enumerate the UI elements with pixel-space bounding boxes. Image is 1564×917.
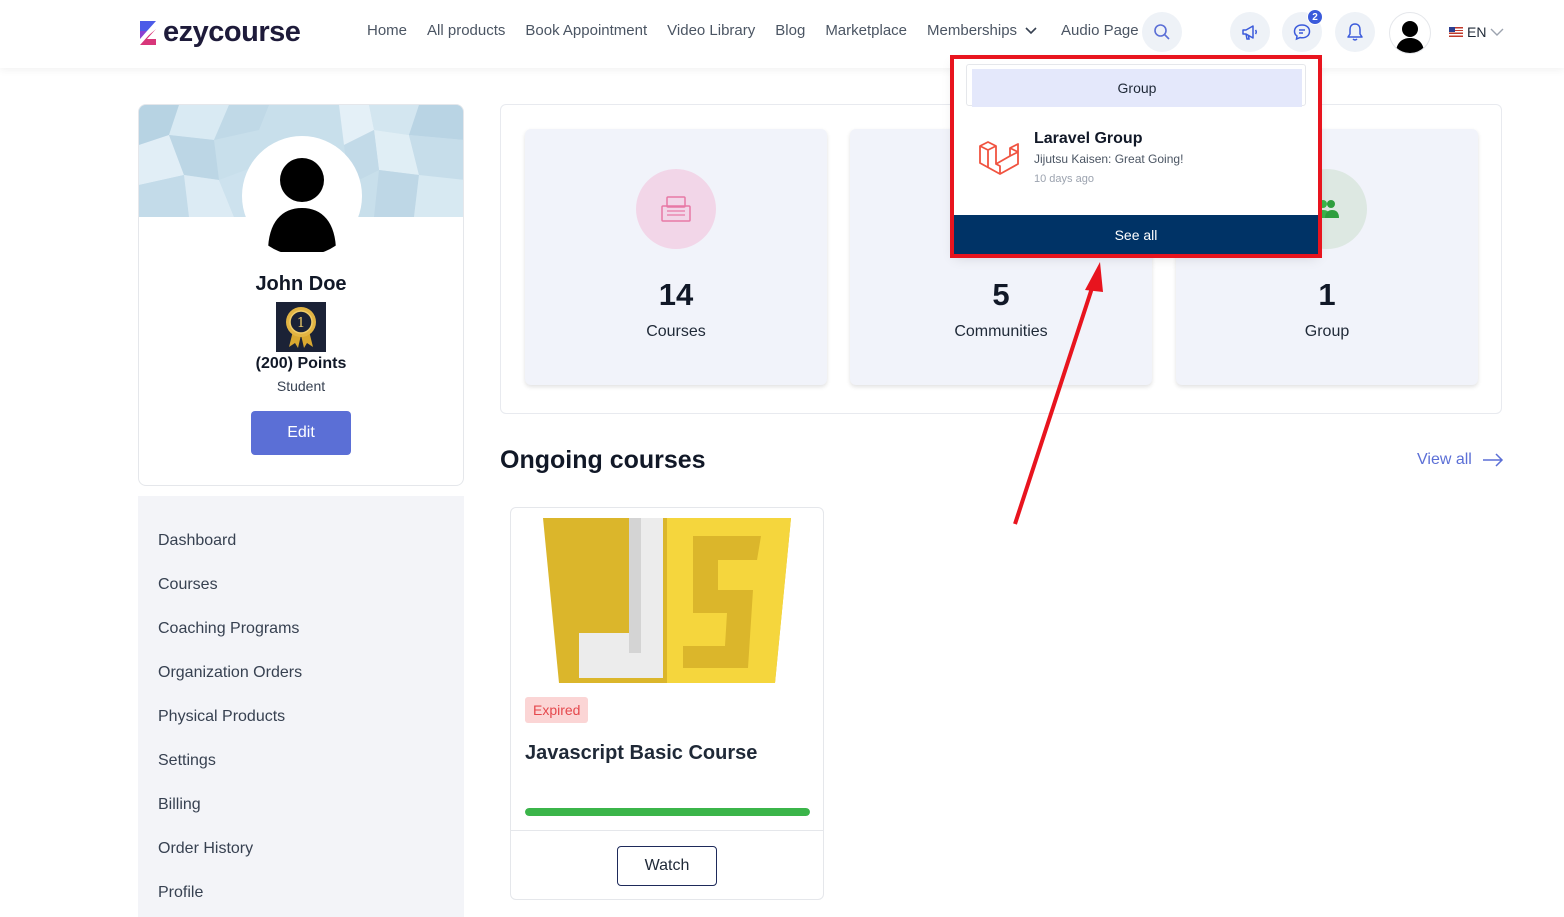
rank-medal: 1 <box>276 302 326 352</box>
laravel-logo-icon <box>979 141 1019 175</box>
sidebar-item-billing[interactable]: Billing <box>158 796 201 814</box>
top-header: ezycourse Home All products Book Appoint… <box>0 0 1564 68</box>
logo-text: ezycourse <box>163 16 301 48</box>
nav-all-products[interactable]: All products <box>427 22 505 39</box>
sidebar-item-physical-products[interactable]: Physical Products <box>158 708 285 726</box>
nav-book-appointment[interactable]: Book Appointment <box>525 22 647 39</box>
javascript-logo-icon <box>543 518 791 683</box>
medal-rank: 1 <box>297 316 305 331</box>
search-icon <box>1154 24 1170 40</box>
announcements-button[interactable] <box>1230 12 1270 52</box>
messages-dropdown: Group Laravel Group Jijutsu Kaisen: Grea… <box>954 58 1318 254</box>
nav-video-library[interactable]: Video Library <box>667 22 755 39</box>
user-avatar-button[interactable] <box>1389 12 1431 54</box>
dropdown-tabs: Group <box>966 64 1306 107</box>
bell-icon <box>1347 23 1363 41</box>
chevron-down-icon <box>1025 27 1037 35</box>
see-all-button[interactable]: See all <box>954 215 1318 254</box>
dropdown-item-title: Laravel Group <box>1034 130 1143 147</box>
stat-icon-circle <box>636 169 716 249</box>
dropdown-item-time: 10 days ago <box>1034 173 1094 185</box>
profile-avatar <box>242 136 362 256</box>
notifications-button[interactable] <box>1335 12 1375 52</box>
stat-label: Courses <box>646 323 706 340</box>
course-thumbnail <box>543 518 791 683</box>
search-button[interactable] <box>1142 12 1182 52</box>
logo-mark-icon <box>140 20 156 45</box>
edit-profile-button[interactable]: Edit <box>251 411 351 455</box>
course-progress-bar <box>525 808 810 816</box>
divider <box>511 830 823 831</box>
megaphone-icon <box>1242 25 1257 40</box>
course-card[interactable]: Expired Javascript Basic Course Watch <box>510 507 824 900</box>
stat-label: Group <box>1304 323 1350 340</box>
sidebar-item-settings[interactable]: Settings <box>158 752 216 770</box>
stat-value: 5 <box>992 277 1010 312</box>
watch-button[interactable]: Watch <box>617 846 717 886</box>
status-badge: Expired <box>525 697 589 723</box>
sidebar-item-organization-orders[interactable]: Organization Orders <box>158 664 302 682</box>
arrow-right-icon <box>1482 453 1503 467</box>
stat-value: 14 <box>658 277 694 312</box>
profile-points: (200) Points <box>255 355 347 372</box>
nav-memberships-label: Memberships <box>927 22 1018 39</box>
course-progress-fill <box>525 808 810 816</box>
main-nav: Home All products Book Appointment Video… <box>367 22 1159 39</box>
nav-marketplace[interactable]: Marketplace <box>825 22 907 39</box>
ongoing-courses-title: Ongoing courses <box>500 446 706 474</box>
messages-badge: 2 <box>1307 9 1323 25</box>
course-title: Javascript Basic Course <box>525 742 758 764</box>
stat-value: 1 <box>1318 277 1336 312</box>
sidebar-item-coaching-programs[interactable]: Coaching Programs <box>158 620 299 638</box>
language-label: EN <box>1467 24 1487 40</box>
nav-home[interactable]: Home <box>367 22 407 39</box>
view-all-link[interactable]: View all <box>1417 451 1504 469</box>
nav-memberships[interactable]: Memberships <box>927 22 1037 39</box>
brand-logo[interactable]: ezycourse <box>137 16 301 49</box>
stat-label: Communities <box>954 323 1048 340</box>
medal-icon: 1 <box>286 307 316 348</box>
profile-role: Student <box>276 378 326 394</box>
sidebar-item-courses[interactable]: Courses <box>158 576 218 594</box>
stat-card-courses[interactable]: 14 Courses <box>525 129 827 385</box>
profile-name: John Doe <box>255 273 347 295</box>
sidebar-item-dashboard[interactable]: Dashboard <box>158 532 236 550</box>
language-selector[interactable]: EN <box>1449 24 1504 40</box>
nav-blog[interactable]: Blog <box>775 22 805 39</box>
user-icon <box>268 158 336 252</box>
sidebar-menu: Dashboard Courses Coaching Programs Orga… <box>138 496 464 917</box>
user-icon <box>1396 21 1424 53</box>
dropdown-item-subtitle: Jijutsu Kaisen: Great Going! <box>1034 152 1184 166</box>
sidebar-item-profile[interactable]: Profile <box>158 884 203 902</box>
courses-icon <box>661 196 691 222</box>
sidebar-item-order-history[interactable]: Order History <box>158 840 253 858</box>
chat-icon <box>1293 24 1311 41</box>
messages-button[interactable]: 2 <box>1282 9 1323 52</box>
chevron-down-icon <box>1490 28 1504 36</box>
us-flag-icon <box>1449 27 1463 37</box>
view-all-label: View all <box>1417 451 1472 468</box>
tab-group[interactable]: Group <box>972 69 1302 107</box>
profile-card: John Doe 1 (200) Points Student Edit <box>138 104 464 486</box>
nav-audio-page[interactable]: Audio Page <box>1061 22 1139 39</box>
